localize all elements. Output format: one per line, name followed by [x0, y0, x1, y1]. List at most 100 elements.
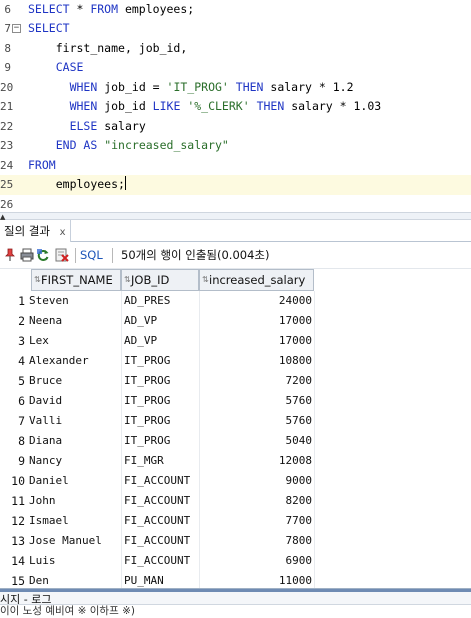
table-row[interactable]: 11 John FI_ACCOUNT 8200: [0, 491, 314, 511]
editor-line[interactable]: 24 FROM: [0, 156, 471, 176]
table-row[interactable]: 14 Luis FI_ACCOUNT 6900: [0, 551, 314, 571]
row-number[interactable]: 15: [0, 571, 25, 588]
cell-first-name[interactable]: Jose Manuel: [29, 531, 121, 551]
cell-increased-salary[interactable]: 7800: [200, 531, 313, 551]
cell-increased-salary[interactable]: 7200: [200, 371, 313, 391]
cell-job-id[interactable]: IT_PROG: [124, 431, 198, 451]
row-number[interactable]: 7: [0, 411, 25, 431]
cell-increased-salary[interactable]: 8200: [200, 491, 313, 511]
table-row[interactable]: 8 Diana IT_PROG 5040: [0, 431, 314, 451]
cell-increased-salary[interactable]: 17000: [200, 331, 312, 351]
row-number[interactable]: 1: [0, 291, 25, 311]
editor-line[interactable]: 21 WHEN job_id LIKE '%_CLERK' THEN salary…: [0, 97, 471, 117]
column-header-increased-salary[interactable]: ⇅ increased_salary: [199, 269, 314, 291]
cell-job-id[interactable]: IT_PROG: [124, 371, 198, 391]
table-row[interactable]: 1 Steven AD_PRES 24000: [0, 291, 314, 311]
pin-icon[interactable]: [3, 248, 17, 262]
editor-line[interactable]: 22 ELSE salary: [0, 117, 471, 137]
editor-line[interactable]: 26: [0, 195, 471, 213]
editor-line[interactable]: 25 employees;: [0, 175, 471, 195]
row-number[interactable]: 11: [0, 491, 25, 511]
cell-first-name[interactable]: Daniel: [29, 471, 121, 491]
cell-first-name[interactable]: Alexander: [29, 351, 121, 371]
table-row[interactable]: 7 Valli IT_PROG 5760: [0, 411, 314, 431]
table-row[interactable]: 9 Nancy FI_MGR 12008: [0, 451, 314, 471]
editor-line[interactable]: 9 CASE: [0, 58, 471, 78]
cell-job-id[interactable]: IT_PROG: [124, 411, 198, 431]
cell-increased-salary[interactable]: 5760: [200, 411, 313, 431]
cell-first-name[interactable]: Ismael: [29, 511, 121, 531]
editor-line[interactable]: 6 SELECT * FROM employees;: [0, 0, 471, 19]
cell-job-id[interactable]: IT_PROG: [124, 391, 198, 411]
column-header-job-id[interactable]: ⇅ JOB_ID: [121, 269, 199, 291]
cell-first-name[interactable]: Lex: [29, 331, 121, 351]
cell-first-name[interactable]: Steven: [29, 291, 121, 311]
row-number[interactable]: 6: [0, 391, 25, 411]
cell-job-id[interactable]: IT_PROG: [124, 351, 198, 371]
results-grid[interactable]: ⇅ FIRST_NAME ⇅ JOB_ID ⇅ increased_salary…: [0, 269, 471, 588]
tab-query-result[interactable]: 질의 결과 x: [0, 220, 71, 242]
editor-line[interactable]: 23 END AS "increased_salary": [0, 136, 471, 156]
close-icon[interactable]: x: [60, 227, 66, 238]
cell-first-name[interactable]: Valli: [29, 411, 121, 431]
row-number[interactable]: 14: [0, 551, 25, 571]
cell-job-id[interactable]: FI_MGR: [124, 451, 198, 471]
fold-toggle-icon[interactable]: −: [12, 24, 21, 33]
cell-first-name[interactable]: Nancy: [29, 451, 121, 471]
sql-button[interactable]: SQL: [80, 242, 103, 269]
cell-first-name[interactable]: Den: [29, 571, 121, 588]
delete-icon[interactable]: [55, 248, 69, 262]
cell-first-name[interactable]: John: [29, 491, 121, 511]
cell-job-id[interactable]: FI_ACCOUNT: [124, 471, 198, 491]
row-number[interactable]: 12: [0, 511, 25, 531]
table-row[interactable]: 3 Lex AD_VP 17000: [0, 331, 314, 351]
pane-splitter[interactable]: ▲: [0, 212, 471, 221]
cell-first-name[interactable]: Luis: [29, 551, 121, 571]
sql-editor[interactable]: 6 SELECT * FROM employees; 7− SELECT 8 first_…: [0, 0, 471, 212]
row-number[interactable]: 3: [0, 331, 25, 351]
row-number[interactable]: 5: [0, 371, 25, 391]
cell-increased-salary[interactable]: 7700: [200, 511, 313, 531]
row-number[interactable]: 4: [0, 351, 25, 371]
cell-job-id[interactable]: AD_PRES: [124, 291, 198, 311]
cell-first-name[interactable]: Neena: [29, 311, 121, 331]
table-row[interactable]: 10 Daniel FI_ACCOUNT 9000: [0, 471, 314, 491]
cell-first-name[interactable]: David: [29, 391, 121, 411]
cell-increased-salary[interactable]: 5760: [200, 391, 313, 411]
table-row[interactable]: 15 Den PU_MAN 11000: [0, 571, 314, 588]
cell-job-id[interactable]: FI_ACCOUNT: [124, 551, 198, 571]
cell-increased-salary[interactable]: 12008: [200, 451, 312, 471]
editor-line[interactable]: 20 WHEN job_id = 'IT_PROG' THEN salary * …: [0, 78, 471, 98]
cell-increased-salary[interactable]: 24000: [200, 291, 312, 311]
cell-increased-salary[interactable]: 5040: [200, 431, 313, 451]
editor-line[interactable]: 7− SELECT: [0, 19, 471, 39]
cell-first-name[interactable]: Bruce: [29, 371, 121, 391]
row-number[interactable]: 13: [0, 531, 25, 551]
cell-increased-salary[interactable]: 10800: [200, 351, 312, 371]
column-header-first-name[interactable]: ⇅ FIRST_NAME: [31, 269, 121, 291]
row-number[interactable]: 2: [0, 311, 25, 331]
cell-first-name[interactable]: Diana: [29, 431, 121, 451]
cell-job-id[interactable]: AD_VP: [124, 311, 198, 331]
print-icon[interactable]: [20, 248, 34, 262]
refresh-icon[interactable]: [36, 248, 50, 262]
cell-job-id[interactable]: PU_MAN: [124, 571, 198, 588]
table-row[interactable]: 13 Jose Manuel FI_ACCOUNT 7800: [0, 531, 314, 551]
cell-increased-salary[interactable]: 9000: [200, 471, 313, 491]
cell-increased-salary[interactable]: 6900: [200, 551, 313, 571]
cell-increased-salary[interactable]: 11000: [200, 571, 312, 588]
table-row[interactable]: 6 David IT_PROG 5760: [0, 391, 314, 411]
row-number[interactable]: 8: [0, 431, 25, 451]
cell-job-id[interactable]: FI_ACCOUNT: [124, 511, 198, 531]
cell-job-id[interactable]: FI_ACCOUNT: [124, 531, 198, 551]
cell-job-id[interactable]: FI_ACCOUNT: [124, 491, 198, 511]
table-row[interactable]: 4 Alexander IT_PROG 10800: [0, 351, 314, 371]
row-number[interactable]: 10: [0, 471, 25, 491]
table-row[interactable]: 5 Bruce IT_PROG 7200: [0, 371, 314, 391]
cell-job-id[interactable]: AD_VP: [124, 331, 198, 351]
row-number[interactable]: 9: [0, 451, 25, 471]
editor-line[interactable]: 8 first_name, job_id,: [0, 39, 471, 59]
table-row[interactable]: 2 Neena AD_VP 17000: [0, 311, 314, 331]
table-row[interactable]: 12 Ismael FI_ACCOUNT 7700: [0, 511, 314, 531]
cell-increased-salary[interactable]: 17000: [200, 311, 312, 331]
